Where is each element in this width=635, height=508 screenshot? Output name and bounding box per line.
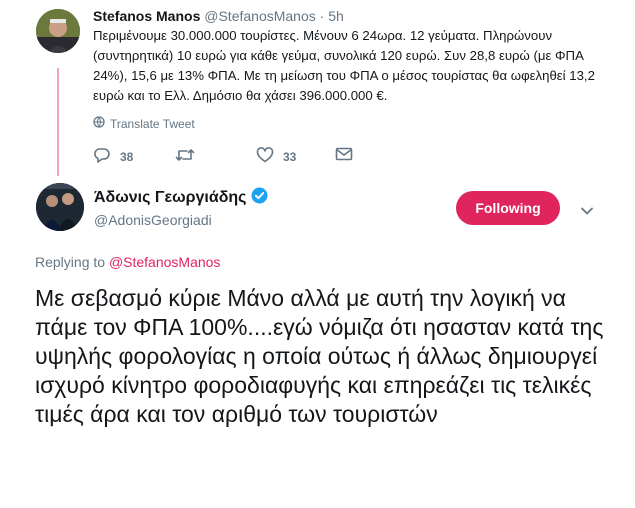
retweet-icon: [175, 146, 195, 167]
author-name[interactable]: Άδωνις Γεωργιάδης: [94, 189, 246, 207]
reply-button[interactable]: 38: [93, 146, 133, 167]
replying-prefix: Replying to: [35, 254, 106, 270]
verified-badge-icon: [251, 187, 268, 209]
translate-label: Translate Tweet: [110, 116, 195, 131]
avatar[interactable]: [36, 183, 84, 231]
author-name[interactable]: Stefanos Manos: [93, 8, 200, 24]
replying-to-context: Replying to @StefanosManos: [35, 254, 220, 270]
like-count: 33: [283, 149, 297, 164]
more-options-button[interactable]: [580, 203, 594, 221]
direct-message-button[interactable]: [335, 146, 353, 165]
tweet-timestamp[interactable]: 5h: [328, 8, 344, 24]
following-button[interactable]: Following: [456, 191, 560, 225]
author-name-row: Άδωνις Γεωργιάδης: [94, 187, 268, 209]
like-button[interactable]: 33: [256, 146, 296, 167]
tweet-text: Περιμένουμε 30.000.000 τουρίστες. Μένουν…: [93, 28, 595, 103]
globe-icon: [93, 116, 105, 131]
thread-connector-line: [57, 68, 59, 176]
separator-dot: ·: [319, 8, 325, 24]
mention-link[interactable]: @StefanosManos: [109, 254, 221, 270]
author-handle[interactable]: @AdonisGeorgiadi: [94, 212, 212, 228]
like-icon: [256, 146, 274, 167]
retweet-button[interactable]: [175, 146, 204, 167]
translate-tweet-link[interactable]: Translate Tweet: [93, 116, 195, 131]
chevron-down-icon: [580, 203, 594, 220]
reply-count: 38: [120, 149, 134, 164]
tweet-text: Με σεβασμό κύριε Μάνο αλλά με αυτή την λ…: [35, 285, 604, 427]
direct-message-icon: [335, 146, 353, 165]
avatar[interactable]: [36, 9, 80, 53]
author-handle[interactable]: @StefanosManos: [204, 8, 316, 24]
reply-icon: [93, 146, 111, 167]
tweet-header: Stefanos Manos @StefanosManos · 5h: [93, 8, 344, 24]
